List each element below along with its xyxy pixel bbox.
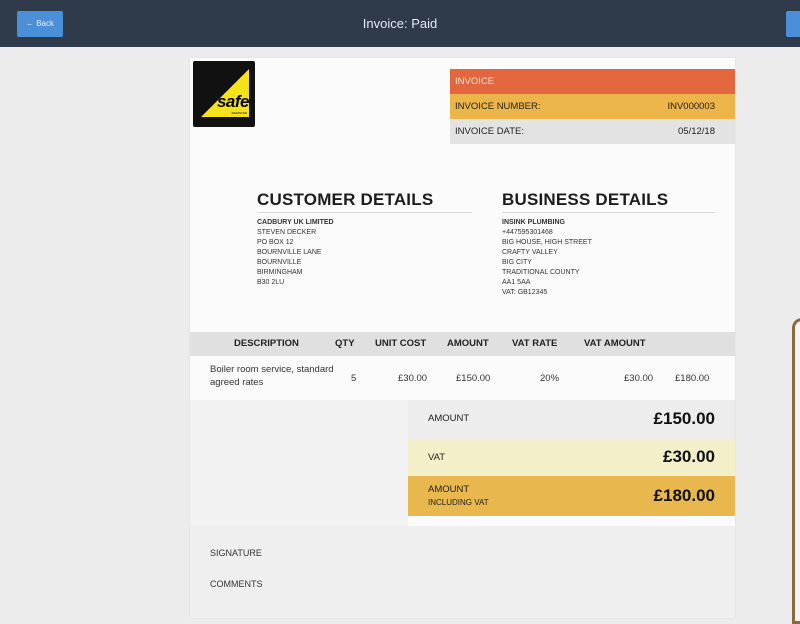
totals-spacer	[190, 400, 408, 526]
invoice-number-value: INV000003	[667, 101, 715, 112]
total-vat-value: £30.00	[663, 447, 715, 466]
action-button[interactable]	[786, 11, 800, 37]
customer-divider	[257, 212, 472, 213]
table-header-row: DESCRIPTION QTY UNIT COST AMOUNT VAT RAT…	[190, 332, 735, 356]
business-line: BIG HOUSE, HIGH STREET	[502, 239, 592, 246]
invoice-heading-row: INVOICE	[450, 69, 735, 94]
total-incl-vat-sublabel: INCLUDING VAT	[428, 498, 489, 507]
column-header-amount: AMOUNT	[447, 338, 489, 349]
business-divider	[502, 212, 715, 213]
business-line: BIG CITY	[502, 259, 532, 266]
column-header-vat-rate: VAT RATE	[512, 338, 558, 349]
invoice-date-row: INVOICE DATE: 05/12/18	[450, 119, 735, 144]
customer-address: CADBURY UK LIMITED STEVEN DECKER PO BOX …	[257, 218, 334, 288]
customer-line: BIRMINGHAM	[257, 269, 303, 276]
invoice-date-value: 05/12/18	[678, 126, 715, 137]
customer-line: PO BOX 12	[257, 239, 294, 246]
total-amount-value: £150.00	[653, 409, 715, 428]
logo-subtext: REGISTER	[231, 111, 247, 115]
comments-label: COMMENTS	[210, 579, 263, 589]
row-qty: 5	[351, 373, 357, 384]
business-name: INSINK PLUMBING	[502, 219, 565, 226]
row-total: £180.00	[675, 373, 710, 384]
customer-line: STEVEN DECKER	[257, 229, 317, 236]
total-amount-label: AMOUNT	[428, 413, 470, 424]
total-vat-row: VAT £30.00	[408, 439, 735, 476]
business-details-title: BUSINESS DETAILS	[502, 190, 669, 209]
gas-safe-logo: safe REGISTER	[193, 61, 255, 127]
page-title: Invoice: Paid	[362, 16, 438, 31]
business-line: VAT: GB12345	[502, 289, 548, 296]
invoice-number-label: INVOICE NUMBER:	[455, 101, 541, 112]
business-address: INSINK PLUMBING +447595301468 BIG HOUSE,…	[502, 218, 592, 298]
row-vat-rate: 20%	[540, 373, 560, 384]
top-navigation-bar: ← Back Invoice: Paid	[0, 0, 800, 47]
column-header-description: DESCRIPTION	[234, 338, 299, 349]
logo-text: safe	[216, 92, 250, 111]
business-line: AA1 5AA	[502, 279, 531, 286]
invoice-document: safe REGISTER INVOICE INVOICE NUMBER: IN…	[190, 58, 735, 618]
customer-line: B30 2LU	[257, 279, 285, 286]
total-incl-vat-label: AMOUNT	[428, 484, 470, 495]
business-line: CRAFTY VALLEY	[502, 249, 558, 256]
invoice-date-label: INVOICE DATE:	[455, 126, 524, 137]
signature-comments-area: SIGNATURE COMMENTS	[190, 526, 735, 618]
total-amount-row: AMOUNT £150.00	[408, 400, 735, 439]
business-line: +447595301468	[502, 229, 553, 236]
row-unit-cost: £30.00	[398, 373, 428, 384]
total-incl-vat-value: £180.00	[653, 486, 715, 505]
table-row: Boiler room service, standard agreed rat…	[190, 356, 735, 400]
device-edge	[792, 318, 800, 624]
row-amount: £150.00	[456, 373, 491, 384]
business-line: TRADITIONAL COUNTY	[502, 269, 580, 276]
customer-details-title: CUSTOMER DETAILS	[257, 190, 434, 209]
customer-name: CADBURY UK LIMITED	[257, 219, 334, 226]
column-header-qty: QTY	[335, 338, 355, 349]
invoice-number-row: INVOICE NUMBER: INV000003	[450, 94, 735, 119]
column-header-unit-cost: UNIT COST	[375, 338, 427, 349]
total-vat-label: VAT	[428, 452, 446, 463]
column-header-vat-amount: VAT AMOUNT	[584, 338, 646, 349]
total-incl-vat-row: AMOUNT INCLUDING VAT £180.00	[408, 476, 735, 516]
row-vat-amount: £30.00	[624, 373, 654, 384]
row-description: Boiler room service, standard agreed rat…	[210, 364, 334, 388]
signature-label: SIGNATURE	[210, 548, 262, 558]
customer-line: BOURNVILLE LANE	[257, 249, 322, 256]
customer-line: BOURNVILLE	[257, 259, 302, 266]
invoice-heading: INVOICE	[455, 76, 495, 87]
